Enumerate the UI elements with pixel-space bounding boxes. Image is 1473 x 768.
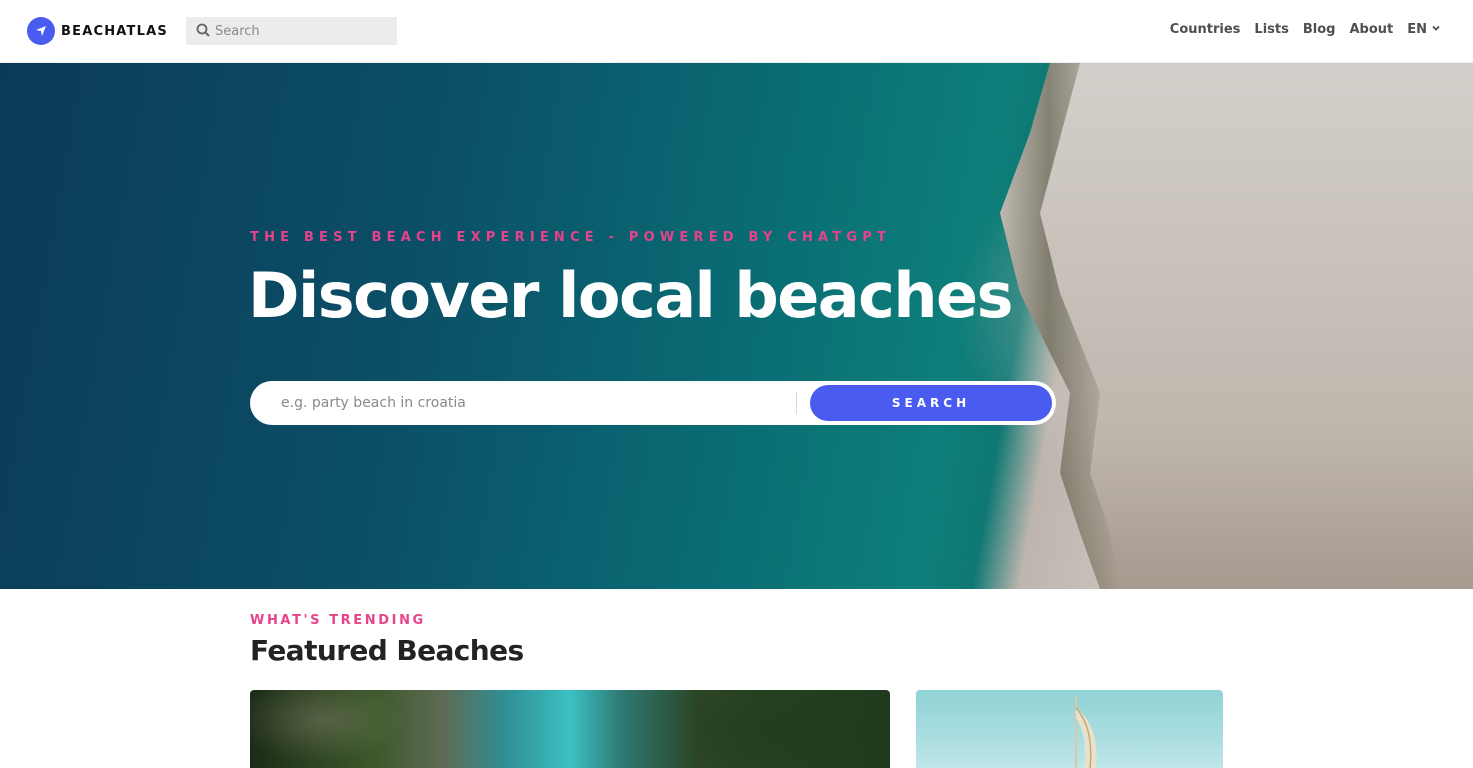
site-header: BEACHATLAS Countries Lists Blog About EN	[0, 0, 1473, 63]
hero-title: Discover local beaches	[248, 259, 1013, 332]
hero-search-form: SEARCH	[250, 381, 1056, 425]
hero-search-input[interactable]	[281, 395, 786, 411]
nav-lists[interactable]: Lists	[1254, 22, 1288, 37]
featured-card-2-image	[1075, 696, 1097, 768]
search-icon	[196, 22, 210, 41]
brand-link[interactable]: BEACHATLAS	[27, 17, 168, 45]
featured-kicker: WHAT'S TRENDING	[250, 613, 426, 628]
nav-about[interactable]: About	[1349, 22, 1393, 37]
featured-card-2[interactable]	[916, 690, 1223, 768]
featured-card-1[interactable]	[250, 690, 890, 768]
language-selector[interactable]: EN	[1407, 22, 1441, 37]
hero-banner: THE BEST BEACH EXPERIENCE - POWERED BY C…	[0, 63, 1473, 589]
hero-kicker: THE BEST BEACH EXPERIENCE - POWERED BY C…	[250, 230, 892, 245]
search-divider	[796, 392, 797, 414]
compass-icon	[27, 17, 55, 45]
header-search-input[interactable]	[215, 23, 385, 39]
nav-countries[interactable]: Countries	[1170, 22, 1241, 37]
brand-name: BEACHATLAS	[61, 23, 168, 39]
featured-card-1-image	[250, 690, 890, 768]
nav-blog[interactable]: Blog	[1303, 22, 1336, 37]
language-label: EN	[1407, 22, 1427, 37]
header-search[interactable]	[186, 17, 397, 45]
main-nav: Countries Lists Blog About EN	[1170, 22, 1441, 37]
featured-title: Featured Beaches	[250, 634, 524, 667]
hero-search-button[interactable]: SEARCH	[810, 385, 1052, 421]
chevron-down-icon	[1431, 22, 1441, 37]
